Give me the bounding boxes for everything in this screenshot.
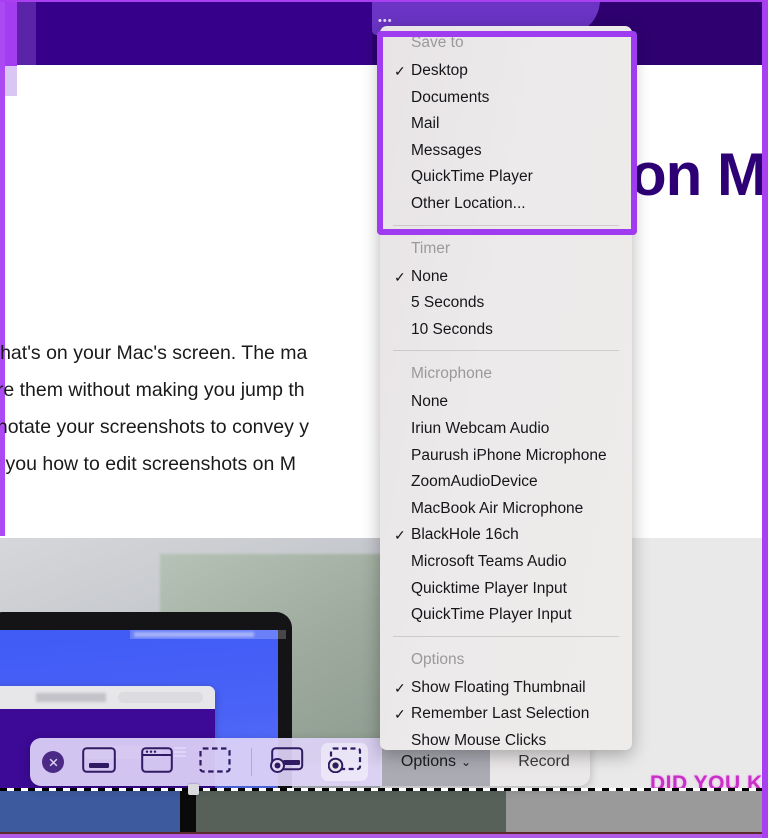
menu-item-label: Microsoft Teams Audio xyxy=(411,552,567,570)
menu-item-label: Iriun Webcam Audio xyxy=(411,419,550,437)
menu-item-timer-5-seconds[interactable]: 5 Seconds xyxy=(380,290,632,317)
menu-item-label: Show Floating Thumbnail xyxy=(411,678,586,696)
record-button-label: Record xyxy=(518,753,570,770)
photo-strip-black xyxy=(180,790,196,835)
menu-item-mic-microsoft-teams-audio[interactable]: Microsoft Teams Audio xyxy=(380,549,632,576)
menu-divider xyxy=(393,350,619,352)
record-screen-icon xyxy=(269,746,304,778)
hero-banner-shade xyxy=(17,2,36,65)
entire-screen-icon xyxy=(81,746,116,778)
menu-item-desktop[interactable]: ✓ Desktop xyxy=(380,58,632,85)
toolbar-divider xyxy=(251,748,252,776)
menu-item-show-floating-thumbnail[interactable]: ✓ Show Floating Thumbnail xyxy=(380,675,632,702)
menu-item-label: Remember Last Selection xyxy=(411,705,590,723)
menu-item-quicktime-player[interactable]: QuickTime Player xyxy=(380,164,632,191)
photo-url-bar xyxy=(118,692,203,703)
photo-toolbar-icons xyxy=(36,693,106,702)
menu-item-label: Paurush iPhone Microphone xyxy=(411,446,607,464)
menu-item-timer-10-seconds[interactable]: 10 Seconds xyxy=(380,317,632,344)
menu-item-remember-last-selection[interactable]: ✓ Remember Last Selection xyxy=(380,701,632,728)
menu-item-label: Messages xyxy=(411,141,482,159)
menu-item-label: Mail xyxy=(411,115,440,133)
menu-item-label: Desktop xyxy=(411,62,468,79)
menu-section-title-save-to: Save to xyxy=(411,34,464,51)
menu-item-mic-quicktime-player-input-1[interactable]: Quicktime Player Input xyxy=(380,576,632,603)
frame-border-right xyxy=(762,0,768,838)
selection-marching-ants xyxy=(0,788,768,791)
photo-strip-gray xyxy=(196,790,506,835)
menu-item-mail[interactable]: Mail xyxy=(380,111,632,138)
photo-browser-toolbar xyxy=(0,686,215,709)
menu-item-label: Other Location... xyxy=(411,194,526,212)
did-you-know-heading: DID YOU KN xyxy=(650,772,768,795)
frame-border-top xyxy=(0,0,768,2)
screenshot-root: ••• on M what's on your Mac's screen. Th… xyxy=(0,0,768,838)
selection-drag-handle[interactable] xyxy=(188,784,199,795)
photo-menubar-icons xyxy=(134,632,254,637)
checkmark-icon: ✓ xyxy=(394,63,406,79)
menu-item-label: Quicktime Player Input xyxy=(411,579,567,597)
article-line: what's on your Mac's screen. The ma xyxy=(0,342,308,364)
menu-item-label: ZoomAudioDevice xyxy=(411,473,538,491)
lavender-sliver xyxy=(5,66,17,96)
record-selected-portion-button[interactable] xyxy=(321,743,368,781)
checkmark-icon: ✓ xyxy=(394,268,406,285)
article-line: w you how to edit screenshots on M xyxy=(0,453,296,475)
menu-item-messages[interactable]: Messages xyxy=(380,138,632,165)
capture-selected-portion-button[interactable] xyxy=(191,743,238,781)
checkmark-icon: ✓ xyxy=(394,706,406,723)
menu-item-mic-zoomaudiodevice[interactable]: ZoomAudioDevice xyxy=(380,469,632,496)
ellipsis-icon[interactable]: ••• xyxy=(378,16,393,27)
close-icon[interactable] xyxy=(42,751,64,773)
hero-banner-inner xyxy=(36,2,372,65)
selected-window-icon xyxy=(140,746,173,778)
article-line: are them without making you jump th xyxy=(0,379,305,401)
menu-item-mic-quicktime-player-input-2[interactable]: QuickTime Player Input xyxy=(380,602,632,629)
selected-portion-icon xyxy=(198,746,231,778)
menu-item-mic-macbook-air-microphone[interactable]: MacBook Air Microphone xyxy=(380,496,632,523)
page-title: on M xyxy=(630,141,767,208)
menu-item-timer-none[interactable]: ✓ None xyxy=(380,264,632,291)
menu-item-label: MacBook Air Microphone xyxy=(411,499,584,517)
menu-section-title-options: Options xyxy=(411,650,465,668)
menu-item-label: 5 Seconds xyxy=(411,294,485,312)
photo-strip-blue xyxy=(0,790,180,835)
capture-selected-window-button[interactable] xyxy=(133,743,180,781)
article-body: what's on your Mac's screen. The ma are … xyxy=(0,335,406,483)
menu-item-label: QuickTime Player Input xyxy=(411,606,572,624)
checkmark-icon: ✓ xyxy=(394,527,406,544)
menu-item-label: Documents xyxy=(411,88,490,106)
menu-item-mic-paurush-iphone-microphone[interactable]: Paurush iPhone Microphone xyxy=(380,443,632,470)
menu-item-label: None xyxy=(411,267,449,285)
menu-item-mic-none[interactable]: None xyxy=(380,389,632,416)
menu-item-documents[interactable]: Documents xyxy=(380,85,632,112)
chevron-down-icon: ⌄ xyxy=(461,755,472,769)
menu-item-label: Show Mouse Clicks xyxy=(411,731,547,749)
menu-divider xyxy=(393,635,619,637)
options-button-label: Options xyxy=(400,753,457,770)
menu-item-show-mouse-clicks[interactable]: Show Mouse Clicks xyxy=(380,728,632,750)
checkmark-icon: ✓ xyxy=(394,679,406,696)
article-line: nnotate your screenshots to convey y xyxy=(0,416,310,438)
menu-section-title-timer: Timer xyxy=(411,239,451,257)
screenshot-options-menu[interactable]: Save to ✓ Desktop Documents Mail Message… xyxy=(380,26,632,750)
menu-item-label: BlackHole 16ch xyxy=(411,526,519,544)
menu-item-label: None xyxy=(411,393,449,411)
menu-section-title-microphone: Microphone xyxy=(411,365,492,383)
photo-strip-light-gray xyxy=(506,790,768,835)
capture-entire-screen-button[interactable] xyxy=(75,743,122,781)
menu-item-label: 10 Seconds xyxy=(411,320,493,338)
menu-item-mic-blackhole-16ch[interactable]: ✓ BlackHole 16ch xyxy=(380,522,632,549)
menu-item-label: QuickTime Player xyxy=(411,168,533,186)
bottom-purple-edge xyxy=(0,834,768,838)
record-portion-icon xyxy=(327,746,362,778)
menu-item-mic-iriun-webcam-audio[interactable]: Iriun Webcam Audio xyxy=(380,416,632,443)
menu-divider xyxy=(393,224,619,226)
record-entire-screen-button[interactable] xyxy=(263,743,310,781)
menu-item-other-location[interactable]: Other Location... xyxy=(380,191,632,218)
